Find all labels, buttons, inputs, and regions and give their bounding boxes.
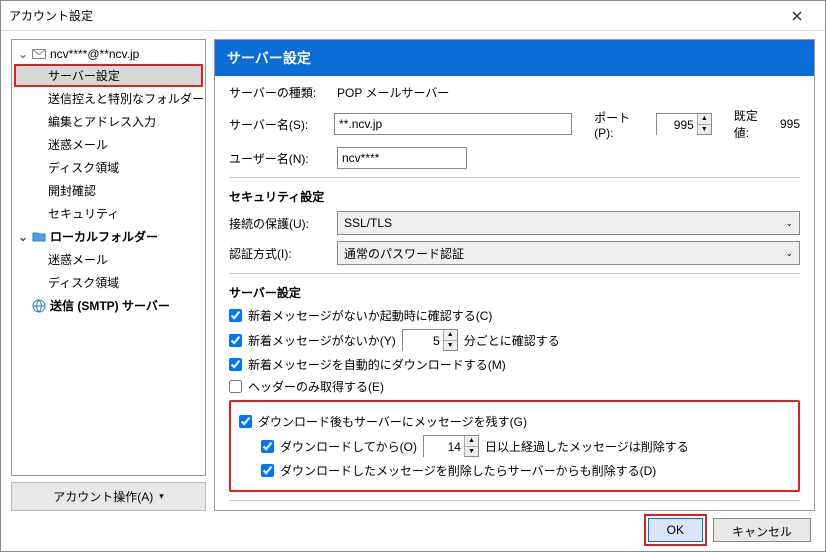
form-area: サーバーの種類: POP メールサーバー サーバー名(S): ポート(P): ▲… [215, 76, 814, 511]
sidebar: ⌄ ncv****@**ncv.jp サーバー設定 送信控えと特別なフォルダー … [11, 39, 206, 511]
check-autodl[interactable] [229, 358, 242, 371]
port-spinner[interactable]: ▲▼ [656, 113, 712, 135]
account-tree: ⌄ ncv****@**ncv.jp サーバー設定 送信控えと特別なフォルダー … [11, 39, 206, 476]
check-delete-after-days[interactable] [261, 440, 274, 453]
folder-icon [32, 230, 46, 244]
panel-title: サーバー設定 [215, 40, 814, 76]
check-leave-on-server[interactable] [239, 415, 252, 428]
check-startup-label: 新着メッセージがないか起動時に確認する(C) [248, 307, 492, 324]
connection-security-select[interactable]: SSL/TLS ⌄ [337, 211, 800, 235]
cancel-button[interactable]: キャンセル [713, 518, 811, 542]
tree-local-disk[interactable]: ディスク領域 [14, 271, 203, 294]
check-interval-label-b: 分ごとに確認する [464, 332, 560, 349]
server-type-value: POP メールサーバー [337, 84, 449, 101]
tree-account[interactable]: ⌄ ncv****@**ncv.jp [14, 44, 203, 64]
tree-item-junk[interactable]: 迷惑メール [14, 133, 203, 156]
check-delete-on-server-label: ダウンロードしたメッセージを削除したらサーバーからも削除する(D) [280, 462, 656, 479]
check-days-label-a: ダウンロードしてから(O) [280, 438, 417, 455]
server-name-label: サーバー名(S): [229, 116, 326, 133]
mail-icon [32, 47, 46, 61]
spin-down-icon[interactable]: ▼ [443, 341, 457, 351]
tree-item-disk[interactable]: ディスク領域 [14, 156, 203, 179]
spin-up-icon[interactable]: ▲ [443, 330, 457, 341]
content-area: ⌄ ncv****@**ncv.jp サーバー設定 送信控えと特別なフォルダー … [1, 31, 825, 511]
title-bar: アカウント設定 [1, 1, 825, 31]
spin-down-icon[interactable]: ▼ [697, 125, 711, 135]
spin-up-icon[interactable]: ▲ [464, 436, 478, 447]
tree-item-server-settings[interactable]: サーバー設定 [14, 64, 203, 87]
dialog-footer: OK キャンセル [1, 511, 825, 549]
tree-local-folders[interactable]: ⌄ ローカルフォルダー [14, 225, 203, 248]
close-icon [792, 11, 802, 21]
tree-item-composition[interactable]: 編集とアドレス入力 [14, 110, 203, 133]
server-name-input[interactable] [334, 113, 572, 135]
check-days-label-b: 日以上経過したメッセージは削除する [485, 438, 689, 455]
check-autodl-label: 新着メッセージを自動的にダウンロードする(M) [248, 356, 506, 373]
globe-icon [32, 299, 46, 313]
interval-spinner[interactable]: ▲▼ [402, 329, 458, 351]
main-panel: サーバー設定 サーバーの種類: POP メールサーバー サーバー名(S): ポー… [214, 39, 815, 511]
check-delete-on-server[interactable] [261, 464, 274, 477]
ok-button[interactable]: OK [648, 518, 703, 542]
user-name-input[interactable] [337, 147, 467, 169]
check-header-only[interactable] [229, 380, 242, 393]
chevron-down-icon: ⌄ [785, 248, 793, 259]
check-header-only-label: ヘッダーのみ取得する(E) [248, 378, 384, 395]
tree-item-copies-folders[interactable]: 送信控えと特別なフォルダー [14, 87, 203, 110]
account-actions-label: アカウント操作(A) [53, 488, 153, 505]
server-settings-section-title: サーバー設定 [229, 284, 800, 301]
tree-account-label: ncv****@**ncv.jp [50, 47, 139, 61]
port-label: ポート(P): [594, 109, 648, 140]
tree-item-receipts[interactable]: 開封確認 [14, 179, 203, 202]
highlighted-group: ダウンロード後もサーバーにメッセージを残す(G) ダウンロードしてから(O) ▲… [229, 400, 800, 492]
connection-security-label: 接続の保護(U): [229, 215, 329, 232]
window-title: アカウント設定 [9, 7, 777, 24]
check-interval[interactable] [229, 334, 242, 347]
chevron-down-icon: ⌄ [785, 218, 793, 229]
chevron-down-icon: ⌄ [18, 47, 28, 61]
chevron-down-icon: ▾ [159, 491, 164, 502]
check-interval-label-a: 新着メッセージがないか(Y) [248, 332, 396, 349]
chevron-down-icon: ⌄ [18, 230, 28, 244]
days-input[interactable] [424, 436, 464, 458]
tree-smtp-label: 送信 (SMTP) サーバー [50, 297, 170, 314]
port-input[interactable] [657, 114, 697, 136]
tree-smtp[interactable]: 送信 (SMTP) サーバー [14, 294, 203, 317]
default-label: 既定値: [734, 107, 772, 141]
interval-input[interactable] [403, 330, 443, 352]
auth-method-select[interactable]: 通常のパスワード認証 ⌄ [337, 241, 800, 265]
auth-method-label: 認証方式(I): [229, 245, 329, 262]
tree-item-security[interactable]: セキュリティ [14, 202, 203, 225]
server-type-label: サーバーの種類: [229, 84, 329, 101]
spin-up-icon[interactable]: ▲ [697, 114, 711, 125]
user-name-label: ユーザー名(N): [229, 150, 329, 167]
tree-local-label: ローカルフォルダー [50, 228, 158, 245]
security-section-title: セキュリティ設定 [229, 188, 800, 205]
check-startup[interactable] [229, 309, 242, 322]
spin-down-icon[interactable]: ▼ [464, 447, 478, 457]
days-spinner[interactable]: ▲▼ [423, 435, 479, 457]
default-value: 995 [780, 117, 800, 131]
close-button[interactable] [777, 2, 817, 30]
account-actions-button[interactable]: アカウント操作(A) ▾ [11, 482, 206, 511]
check-leave-on-server-label: ダウンロード後もサーバーにメッセージを残す(G) [258, 413, 527, 430]
tree-local-junk[interactable]: 迷惑メール [14, 248, 203, 271]
